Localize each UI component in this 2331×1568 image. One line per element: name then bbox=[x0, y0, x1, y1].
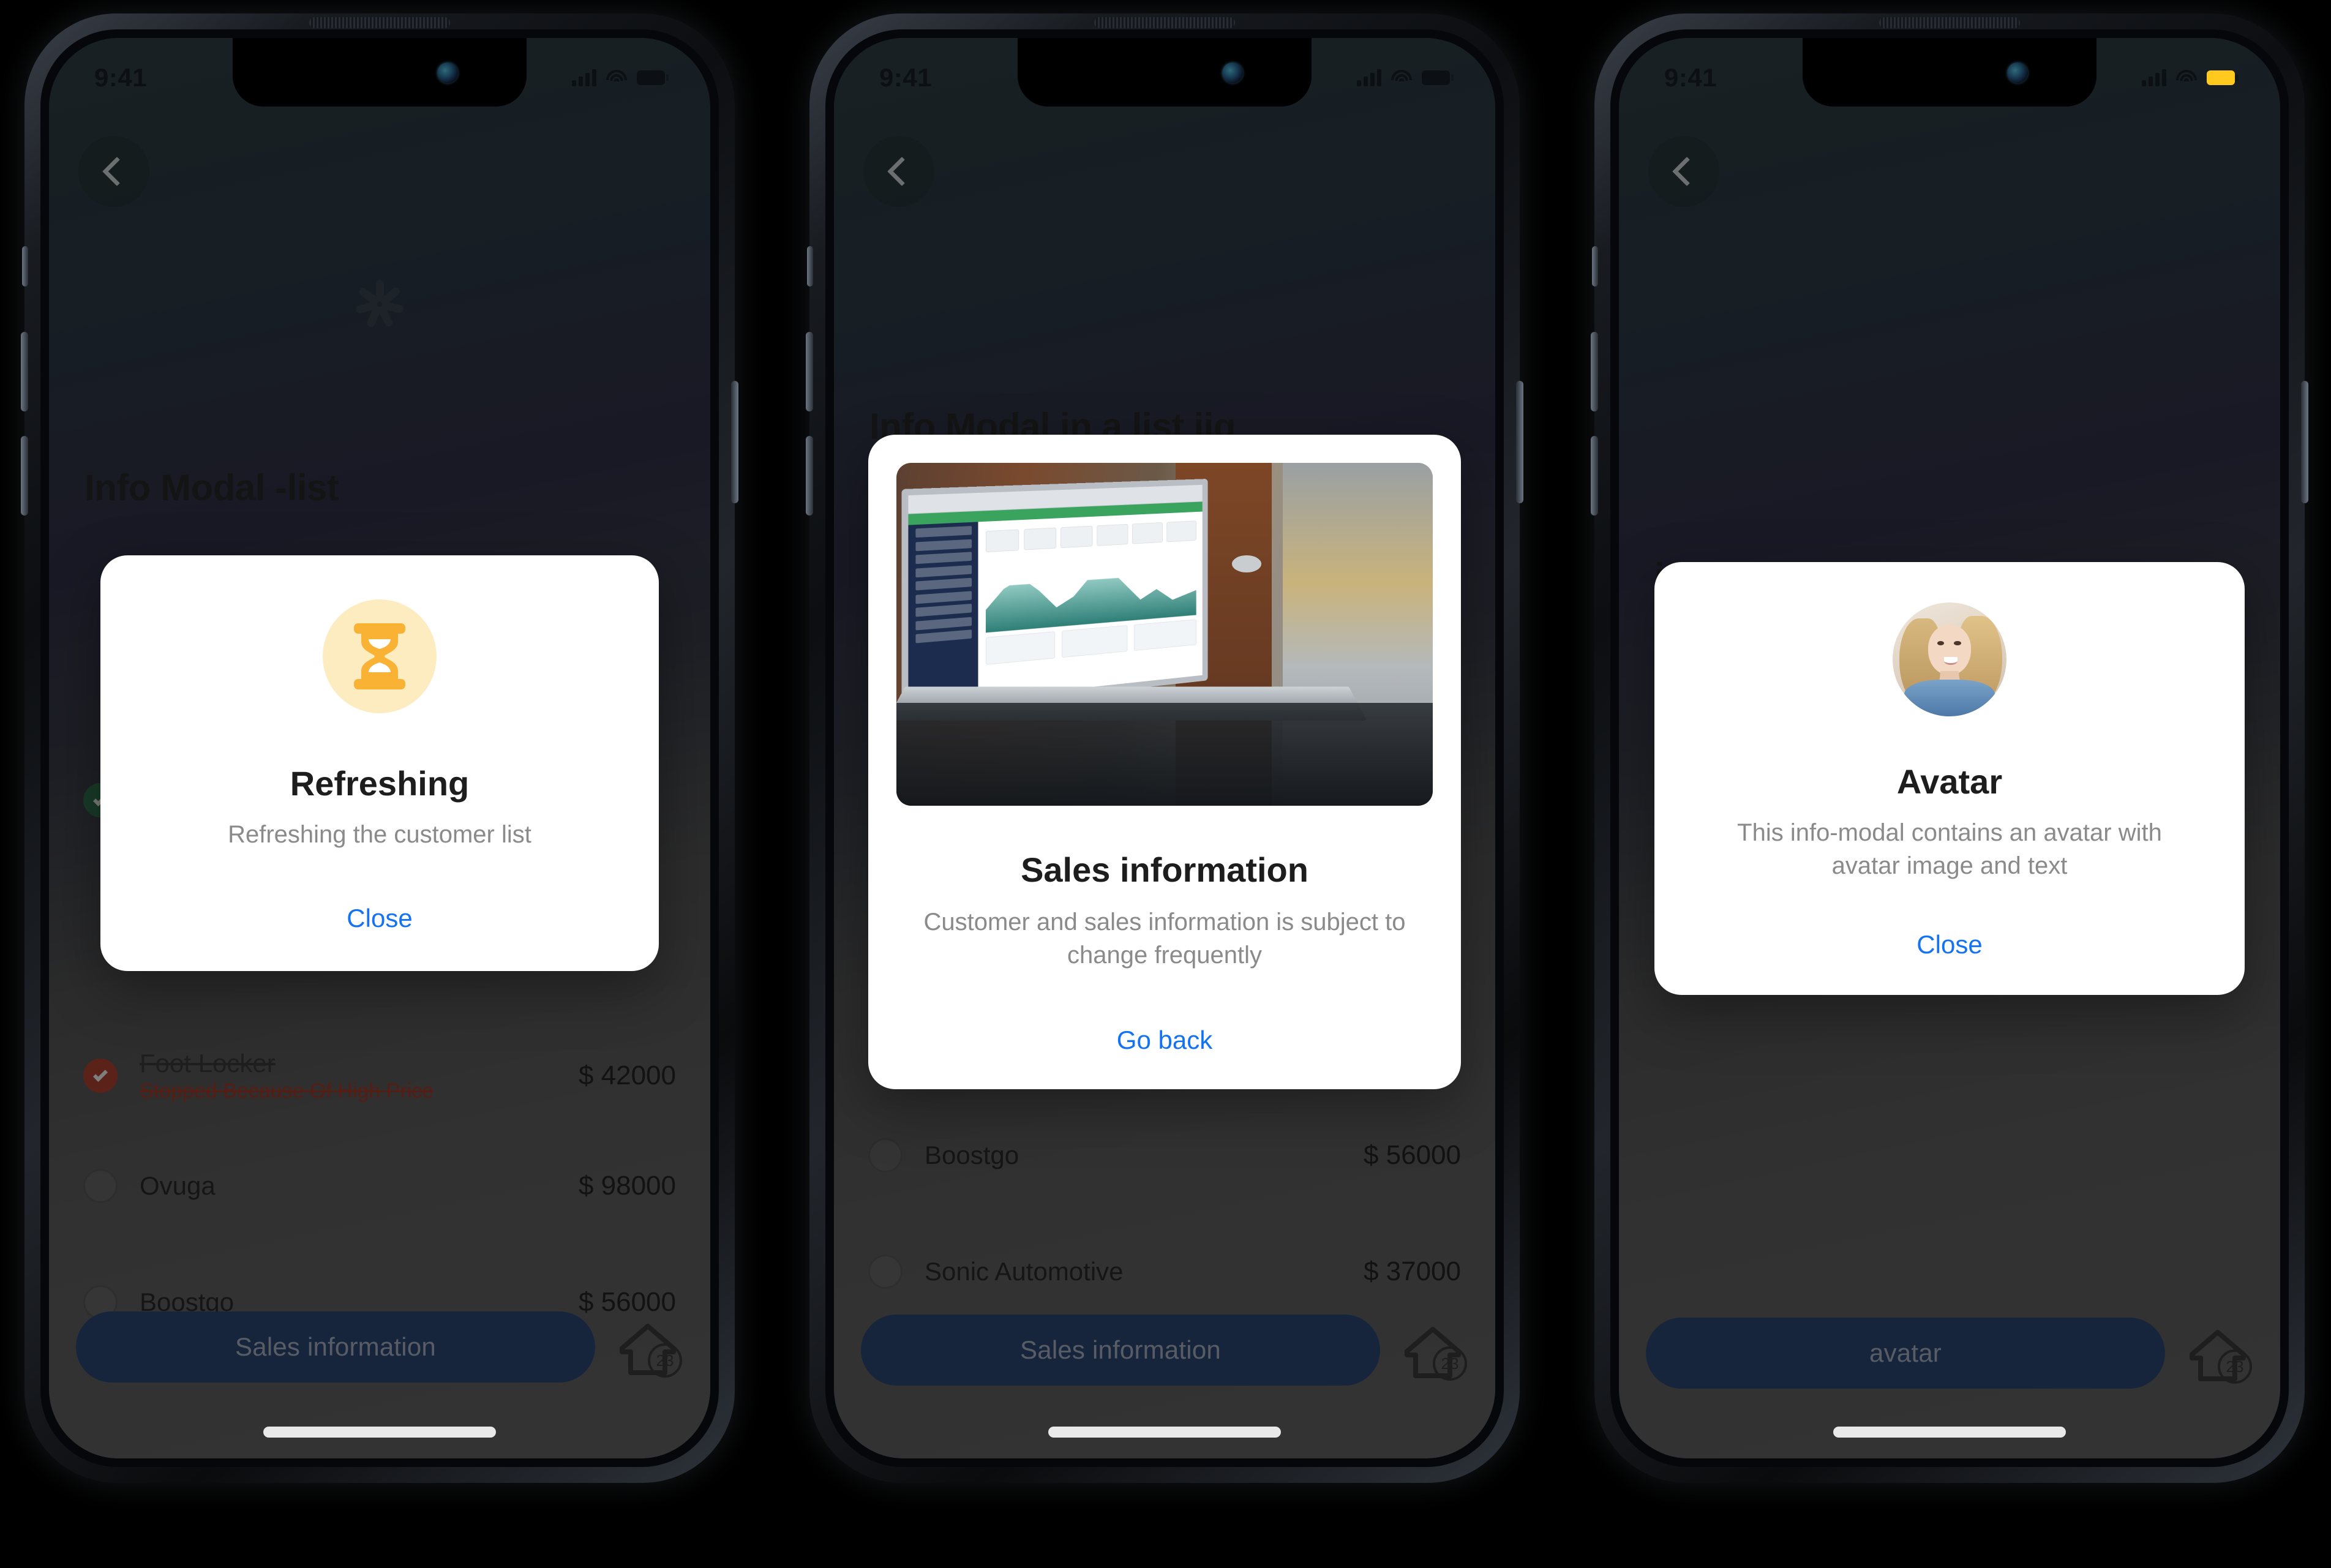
three-phone-mockup-stage: Info Modal -list bbox=[0, 0, 2331, 1568]
modal-go-back-button[interactable]: Go back bbox=[896, 1026, 1433, 1055]
earpiece-speaker bbox=[309, 17, 450, 28]
silent-switch[interactable] bbox=[807, 246, 813, 287]
cellular-signal-icon bbox=[2142, 69, 2166, 86]
phone-device-1: Info Modal -list bbox=[24, 13, 735, 1483]
modal-title: Avatar bbox=[1689, 762, 2210, 801]
silent-switch[interactable] bbox=[22, 246, 28, 287]
hourglass-icon-container bbox=[323, 599, 437, 713]
power-button[interactable] bbox=[2301, 381, 2308, 503]
phone-bezel-1: Info Modal -list bbox=[40, 29, 719, 1467]
status-bar-2: 9:41 bbox=[834, 38, 1495, 107]
volume-down-button[interactable] bbox=[21, 436, 28, 516]
wifi-icon bbox=[1391, 70, 1412, 86]
phone-device-3: info-modal-basic T N J avatar 23 bbox=[1594, 13, 2305, 1483]
modal-body: Refreshing the customer list bbox=[137, 818, 622, 851]
power-button[interactable] bbox=[1516, 381, 1523, 503]
volume-up-button[interactable] bbox=[21, 332, 28, 411]
info-modal-avatar: Avatar This info-modal contains an avata… bbox=[1654, 562, 2245, 995]
modal-close-button[interactable]: Close bbox=[137, 904, 622, 933]
status-bar-1: 9:41 bbox=[49, 38, 710, 107]
modal-body: This info-modal contains an avatar with … bbox=[1689, 816, 2210, 882]
modal-body: Customer and sales information is subjec… bbox=[896, 906, 1433, 972]
volume-up-button[interactable] bbox=[806, 332, 813, 411]
status-bar-3: 9:41 bbox=[1619, 38, 2280, 107]
phone-screen-1: Info Modal -list bbox=[49, 38, 710, 1458]
power-button[interactable] bbox=[731, 381, 738, 503]
avatar bbox=[1893, 602, 2006, 716]
modal-title: Sales information bbox=[896, 850, 1433, 890]
phone-screen-3: info-modal-basic T N J avatar 23 bbox=[1619, 38, 2280, 1458]
cellular-signal-icon bbox=[1357, 69, 1381, 86]
volume-down-button[interactable] bbox=[1591, 436, 1598, 516]
hourglass-icon bbox=[347, 621, 413, 692]
wifi-icon bbox=[606, 70, 627, 86]
wifi-icon bbox=[2176, 70, 2197, 86]
silent-switch[interactable] bbox=[1592, 246, 1598, 287]
volume-down-button[interactable] bbox=[806, 436, 813, 516]
battery-icon bbox=[637, 70, 665, 85]
status-time: 9:41 bbox=[1664, 63, 1717, 92]
volume-up-button[interactable] bbox=[1591, 332, 1598, 411]
phone-device-2: Info Modal in a list jig Boostgo bbox=[809, 13, 1520, 1483]
home-indicator[interactable] bbox=[1048, 1427, 1281, 1438]
info-modal-refreshing: Refreshing Refreshing the customer list … bbox=[100, 555, 659, 971]
modal-title: Refreshing bbox=[137, 763, 622, 803]
cellular-signal-icon bbox=[572, 69, 596, 86]
phone-bezel-2: Info Modal in a list jig Boostgo bbox=[825, 29, 1504, 1467]
status-time: 9:41 bbox=[879, 63, 932, 92]
phone-screen-2: Info Modal in a list jig Boostgo bbox=[834, 38, 1495, 1458]
battery-icon bbox=[1422, 70, 1450, 85]
home-indicator[interactable] bbox=[263, 1427, 496, 1438]
status-time: 9:41 bbox=[94, 63, 147, 92]
home-indicator[interactable] bbox=[1833, 1427, 2066, 1438]
laptop-dashboard-photo bbox=[896, 463, 1433, 806]
modal-close-button[interactable]: Close bbox=[1689, 930, 2210, 959]
battery-icon bbox=[2207, 70, 2235, 85]
earpiece-speaker bbox=[1094, 17, 1235, 28]
info-modal-sales-information: Sales information Customer and sales inf… bbox=[868, 435, 1461, 1089]
phone-bezel-3: info-modal-basic T N J avatar 23 bbox=[1610, 29, 2289, 1467]
earpiece-speaker bbox=[1879, 17, 2020, 28]
